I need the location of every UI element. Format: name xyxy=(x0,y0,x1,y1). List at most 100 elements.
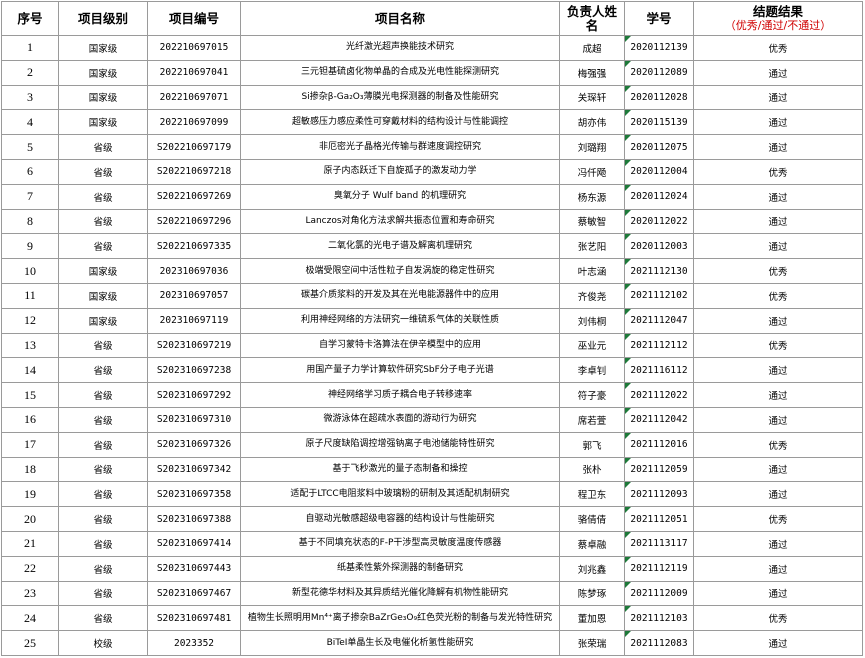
cell-result: 通过 xyxy=(693,84,863,111)
cell-leader: 冯仟飏 xyxy=(559,158,625,185)
cell-sid: 2021112047 xyxy=(624,307,694,334)
cell-level: 省级 xyxy=(58,605,148,632)
cell-code: 2023352 xyxy=(147,630,241,656)
cell-code: S202310697481 xyxy=(147,605,241,632)
cell-seq: 2 xyxy=(1,59,59,86)
cell-code: S202310697443 xyxy=(147,555,241,582)
cell-seq: 15 xyxy=(1,382,59,408)
cell-sid: 2020112024 xyxy=(624,183,694,210)
cell-name: Lanczos对角化方法求解共振态位置和寿命研究 xyxy=(240,208,560,235)
cell-result: 通过 xyxy=(693,208,863,235)
cell-leader: 符子豪 xyxy=(559,382,625,408)
cell-leader: 齐俊尧 xyxy=(559,282,625,309)
cell-code: S202310697219 xyxy=(147,332,241,359)
cell-level: 省级 xyxy=(58,506,148,532)
cell-result: 通过 xyxy=(693,530,863,557)
cell-seq: 11 xyxy=(1,282,59,309)
table-row: 15 省级 S202310697292 神经网络学习质子耦合电子转移速率 符子豪 2021… xyxy=(1,382,863,408)
cell-seq: 7 xyxy=(1,183,59,210)
cell-sid: 2021112022 xyxy=(624,382,694,408)
cell-leader: 叶志涵 xyxy=(559,258,625,284)
cell-seq: 19 xyxy=(1,481,59,508)
cell-leader: 梅强强 xyxy=(559,59,625,86)
cell-seq: 24 xyxy=(1,605,59,632)
cell-code: 202210697099 xyxy=(147,109,241,136)
cell-result: 通过 xyxy=(693,456,863,483)
cell-name: 植物生长照明用Mn⁴⁺离子掺杂BaZrGe₃O₉红色荧光粉的制备与发光特性研究 xyxy=(240,605,560,632)
cell-sid: 2020112004 xyxy=(624,158,694,185)
cell-name: 超敏感压力感应柔性可穿戴材料的结构设计与性能调控 xyxy=(240,109,560,136)
cell-name: 臭氧分子 Wulf band 的机理研究 xyxy=(240,183,560,210)
table-row: 20 省级 S202310697388 自驱动光敏感超级电容器的结构设计与性能研究 骆倩… xyxy=(1,506,863,532)
cell-seq: 22 xyxy=(1,555,59,582)
cell-sid: 2021112051 xyxy=(624,506,694,532)
table-row: 2 国家级 202210697041 三元钽基硫卤化物单晶的合成及光电性能探测研究 梅强… xyxy=(1,59,863,86)
cell-level: 国家级 xyxy=(58,59,148,86)
cell-level: 省级 xyxy=(58,382,148,408)
cell-level: 省级 xyxy=(58,580,148,607)
cell-leader: 刘兆鑫 xyxy=(559,555,625,582)
cell-leader: 张荣瑞 xyxy=(559,630,625,656)
cell-leader: 关琛轩 xyxy=(559,84,625,111)
cell-leader: 席若萱 xyxy=(559,406,625,433)
cell-code: 202310697036 xyxy=(147,258,241,284)
cell-code: S202210697296 xyxy=(147,208,241,235)
table-row: 18 省级 S202310697342 基于飞秒激光的量子态制备和操控 张朴 202111… xyxy=(1,456,863,483)
cell-seq: 20 xyxy=(1,506,59,532)
cell-sid: 2021112112 xyxy=(624,332,694,359)
cell-sid: 2021113117 xyxy=(624,530,694,557)
cell-sid: 2021112009 xyxy=(624,580,694,607)
cell-result: 通过 xyxy=(693,59,863,86)
cell-result: 优秀 xyxy=(693,605,863,632)
cell-code: 202210697071 xyxy=(147,84,241,111)
cell-sid: 2020112139 xyxy=(624,35,694,61)
cell-result: 通过 xyxy=(693,357,863,384)
table-row: 7 省级 S202210697269 臭氧分子 Wulf band 的机理研究 杨东源 2… xyxy=(1,183,863,210)
cell-level: 省级 xyxy=(58,357,148,384)
cell-seq: 6 xyxy=(1,158,59,185)
table-row: 17 省级 S202310697326 原子尺度缺陷调控增强钠离子电池储能特性研究 郭飞… xyxy=(1,431,863,458)
cell-sid: 2020112003 xyxy=(624,233,694,260)
cell-seq: 1 xyxy=(1,35,59,61)
cell-sid: 2021112093 xyxy=(624,481,694,508)
cell-level: 国家级 xyxy=(58,109,148,136)
cell-seq: 12 xyxy=(1,307,59,334)
cell-result: 通过 xyxy=(693,630,863,656)
cell-result: 通过 xyxy=(693,580,863,607)
cell-leader: 郭飞 xyxy=(559,431,625,458)
cell-seq: 21 xyxy=(1,530,59,557)
cell-sid: 2020112022 xyxy=(624,208,694,235)
cell-leader: 董加恩 xyxy=(559,605,625,632)
cell-code: S202310697358 xyxy=(147,481,241,508)
cell-result: 通过 xyxy=(693,307,863,334)
header-result-title: 结题结果 xyxy=(752,3,803,19)
cell-code: S202210697269 xyxy=(147,183,241,210)
cell-name: 基于飞秒激光的量子态制备和操控 xyxy=(240,456,560,483)
cell-leader: 骆倩倩 xyxy=(559,506,625,532)
cell-level: 省级 xyxy=(58,233,148,260)
cell-seq: 9 xyxy=(1,233,59,260)
cell-code: S202210697218 xyxy=(147,158,241,185)
cell-name: 神经网络学习质子耦合电子转移速率 xyxy=(240,382,560,408)
cell-name: 非厄密光子晶格光传输与群速度调控研究 xyxy=(240,134,560,160)
table-row: 5 省级 S202210697179 非厄密光子晶格光传输与群速度调控研究 刘璐翔 202… xyxy=(1,134,863,160)
cell-leader: 刘璐翔 xyxy=(559,134,625,160)
cell-level: 省级 xyxy=(58,208,148,235)
cell-level: 省级 xyxy=(58,555,148,582)
cell-result: 通过 xyxy=(693,134,863,160)
cell-leader: 陈梦琢 xyxy=(559,580,625,607)
cell-result: 优秀 xyxy=(693,282,863,309)
table-row: 24 省级 S202310697481 植物生长照明用Mn⁴⁺离子掺杂BaZrGe₃O… xyxy=(1,605,863,632)
cell-code: S202210697179 xyxy=(147,134,241,160)
cell-result: 优秀 xyxy=(693,332,863,359)
cell-level: 省级 xyxy=(58,530,148,557)
table-row: 10 国家级 202310697036 极端受限空间中活性粒子自发涡旋的稳定性研究 叶志… xyxy=(1,258,863,284)
cell-sid: 2021112103 xyxy=(624,605,694,632)
cell-level: 省级 xyxy=(58,481,148,508)
cell-name: 三元钽基硫卤化物单晶的合成及光电性能探测研究 xyxy=(240,59,560,86)
cell-level: 国家级 xyxy=(58,307,148,334)
cell-code: 202310697119 xyxy=(147,307,241,334)
cell-result: 优秀 xyxy=(693,431,863,458)
cell-leader: 李卓钊 xyxy=(559,357,625,384)
cell-level: 国家级 xyxy=(58,282,148,309)
